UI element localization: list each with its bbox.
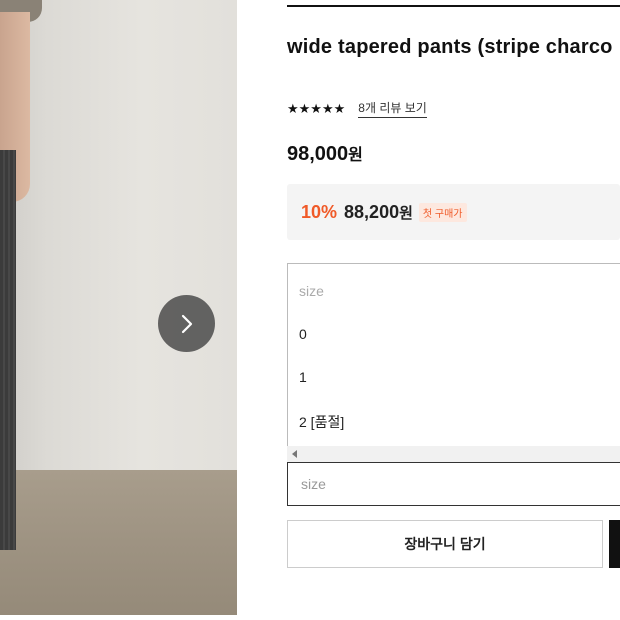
next-image-button[interactable] xyxy=(158,295,215,352)
photo-wall xyxy=(0,0,237,470)
product-price: 98,000원 xyxy=(287,141,363,166)
price-number: 98,000 xyxy=(287,143,349,165)
discount-percent: 10% xyxy=(301,201,338,222)
star-rating-icon: ★★★★★ xyxy=(287,100,346,116)
add-to-cart-button[interactable]: 장바구니 담기 xyxy=(287,520,603,568)
scroll-left-arrow-icon[interactable] xyxy=(292,450,297,458)
discount-price-number: 88,200 xyxy=(344,201,400,222)
discount-price-unit: 원 xyxy=(399,204,413,222)
chevron-right-icon xyxy=(181,314,192,333)
buy-now-button[interactable] xyxy=(609,520,620,568)
price-unit: 원 xyxy=(348,147,363,164)
size-option-1[interactable]: 1 xyxy=(299,369,307,385)
photo-pants xyxy=(0,150,16,550)
discount-box: 10% 88,200원 첫 구매가 xyxy=(287,184,620,240)
size-option-placeholder[interactable]: size xyxy=(299,283,324,299)
top-divider xyxy=(287,5,620,7)
first-purchase-badge: 첫 구매가 xyxy=(418,202,467,222)
size-select-value: size xyxy=(301,476,326,492)
rating-row: ★★★★★ 8개 리뷰 보기 xyxy=(287,99,427,118)
discount-price: 88,200원 xyxy=(344,202,413,223)
size-dropdown-list[interactable]: size 0 1 2 [품절] xyxy=(287,263,620,464)
dropdown-horizontal-scrollbar[interactable] xyxy=(287,446,620,462)
size-option-0[interactable]: 0 xyxy=(299,326,307,342)
size-option-2-soldout[interactable]: 2 [품절] xyxy=(299,412,344,432)
photo-floor xyxy=(0,470,237,615)
size-select[interactable]: size xyxy=(287,462,620,506)
product-title: wide tapered pants (stripe charco xyxy=(287,36,613,58)
review-link[interactable]: 8개 리뷰 보기 xyxy=(358,99,427,118)
